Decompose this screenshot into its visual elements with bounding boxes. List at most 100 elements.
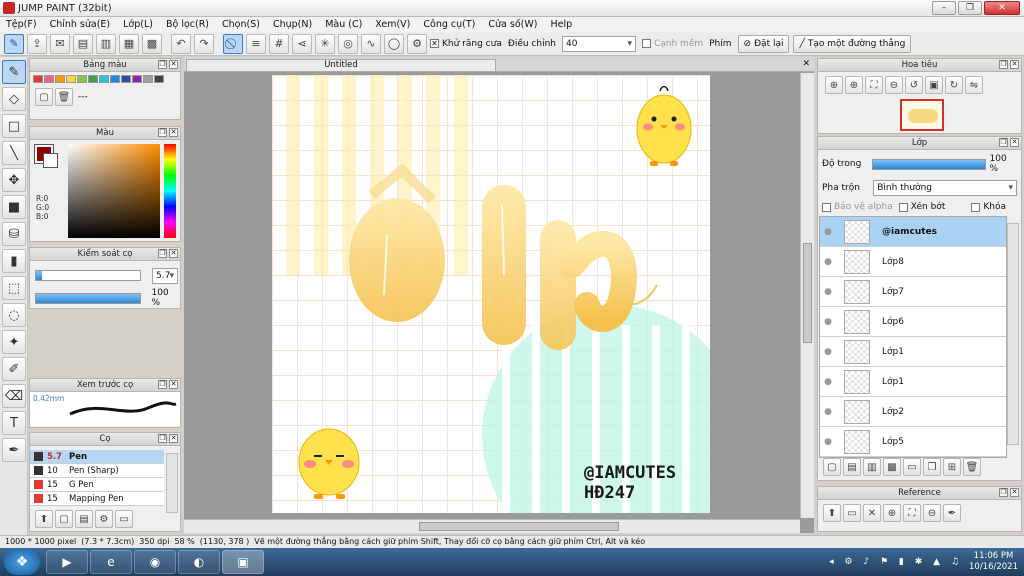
new-layer-8bit-icon[interactable]: ▤ [843, 458, 861, 476]
rect-tool-icon[interactable]: □ [2, 114, 26, 138]
duplicate-layer-icon[interactable]: ❐ [923, 458, 941, 476]
rotate-left-icon[interactable]: ↺ [905, 76, 923, 94]
redo-icon[interactable]: ↷ [194, 33, 214, 54]
zoom-in-icon[interactable]: ⊕ [825, 76, 843, 94]
hue-slider[interactable] [164, 144, 176, 238]
visibility-icon[interactable]: ● [820, 257, 836, 267]
select-eraser-tool-icon[interactable]: ⌫ [2, 384, 26, 408]
parallel-ruler-icon[interactable]: ≡ [246, 33, 266, 54]
maximize-button[interactable]: ❐ [958, 1, 982, 15]
new-layer-icon[interactable]: ▢ [823, 458, 841, 476]
brush-close-icon[interactable]: ✕ [169, 434, 178, 443]
visibility-icon[interactable]: ● [820, 227, 836, 237]
palette-swatch[interactable] [110, 75, 120, 83]
menu-filter[interactable]: Bộ lọc(R) [166, 19, 209, 30]
taskbar-explorer-icon[interactable]: ▶ [46, 550, 88, 574]
menu-tools[interactable]: Công cụ(T) [423, 19, 475, 30]
eyedropper-tool-icon[interactable]: ✒ [2, 438, 26, 462]
palette-swatch[interactable] [99, 75, 109, 83]
canvas-vertical-scrollbar[interactable] [800, 73, 814, 518]
bucket-tool-icon[interactable]: ⛁ [2, 222, 26, 246]
layer-item[interactable]: ● Lớp6 [820, 307, 1006, 337]
actual-size-icon[interactable]: ▣ [925, 76, 943, 94]
comment-icon[interactable]: ✉ [50, 33, 70, 54]
color-float-icon[interactable]: ❐ [158, 128, 167, 137]
taskbar-chrome-icon[interactable]: ◉ [134, 550, 176, 574]
move-tool-icon[interactable]: ✥ [2, 168, 26, 192]
visibility-icon[interactable]: ● [820, 347, 836, 357]
menu-color[interactable]: Màu (C) [325, 19, 362, 30]
perspective-ruler-icon[interactable]: ⋖ [292, 33, 312, 54]
document-icon[interactable]: ▥ [96, 33, 116, 54]
brush-tool-icon[interactable]: ✎ [2, 60, 26, 84]
palette-swatch[interactable] [154, 75, 164, 83]
fit-icon[interactable]: ⛶ [865, 76, 883, 94]
brush-settings-icon[interactable]: ⚙ [95, 510, 113, 528]
menu-select[interactable]: Chọn(S) [222, 19, 260, 30]
visibility-icon[interactable]: ● [820, 407, 836, 417]
select-rect-tool-icon[interactable]: ⬚ [2, 276, 26, 300]
reference-zoom-out-icon[interactable]: ⊖ [923, 504, 941, 522]
merge-layer-icon[interactable]: ⊞ [943, 458, 961, 476]
visibility-icon[interactable]: ● [820, 287, 836, 297]
document-canvas[interactable]: @IAMCUTES HĐ247 [272, 75, 710, 513]
brush-float-icon[interactable]: ❐ [158, 434, 167, 443]
brush-add-icon[interactable]: ⬆ [35, 510, 53, 528]
text-tool-icon[interactable]: T [2, 411, 26, 435]
reference-zoom-in-icon[interactable]: ⊕ [883, 504, 901, 522]
menu-edit[interactable]: Chỉnh sửa(E) [50, 19, 111, 30]
layer-item[interactable]: ● @iamcutes [820, 217, 1006, 247]
brush-control-float-icon[interactable]: ❐ [158, 249, 167, 258]
smooth-checkbox[interactable] [641, 39, 651, 48]
export-icon[interactable]: ⇪ [27, 33, 47, 54]
document-tab[interactable]: Untitled [186, 59, 496, 72]
preview-close-icon[interactable]: ✕ [169, 380, 178, 389]
navigator-thumbnail[interactable] [900, 99, 944, 131]
brush-item-g-pen[interactable]: 15 G Pen [30, 478, 164, 492]
color-close-icon[interactable]: ✕ [169, 128, 178, 137]
zoom-out-icon[interactable]: ⊖ [885, 76, 903, 94]
brush-control-close-icon[interactable]: ✕ [169, 249, 178, 258]
brush-item-pen[interactable]: 5.7 Pen [30, 450, 164, 464]
start-button[interactable]: ❖ [4, 549, 40, 575]
taskbar-app-icon[interactable]: ◐ [178, 550, 220, 574]
fill-rect-tool-icon[interactable]: ■ [2, 195, 26, 219]
palette-swatch[interactable] [44, 75, 54, 83]
layer-folder-icon[interactable]: ▭ [903, 458, 921, 476]
reference-float-icon[interactable]: ❐ [999, 488, 1008, 497]
menu-file[interactable]: Tệp(F) [6, 19, 37, 30]
flip-icon[interactable]: ⇋ [965, 76, 983, 94]
layer-item[interactable]: ● Lớp1 [820, 367, 1006, 397]
background-color[interactable] [43, 153, 58, 168]
lasso-tool-icon[interactable]: ◌ [2, 303, 26, 327]
note-icon[interactable]: ▤ [73, 33, 93, 54]
clipboard-icon[interactable]: ▦ [119, 33, 139, 54]
reference-add-icon[interactable]: ⬆ [823, 504, 841, 522]
close-button[interactable]: ✕ [984, 1, 1020, 15]
saturation-value-picker[interactable] [68, 144, 160, 238]
palette-swatch[interactable] [88, 75, 98, 83]
brush-new-icon[interactable]: ▢ [55, 510, 73, 528]
taskbar-ie-icon[interactable]: e [90, 550, 132, 574]
reference-fit-icon[interactable]: ⛶ [903, 504, 921, 522]
lock-checkbox[interactable] [971, 202, 981, 212]
rotate-right-icon[interactable]: ↻ [945, 76, 963, 94]
antialias-checkbox[interactable]: ✕ [430, 39, 439, 48]
navigator-close-icon[interactable]: ✕ [1010, 60, 1019, 69]
palette-swatch[interactable] [143, 75, 153, 83]
brush-copy-icon[interactable]: ▤ [75, 510, 93, 528]
layer-opacity-slider[interactable] [871, 158, 986, 170]
layer-item[interactable]: ● Lớp7 [820, 277, 1006, 307]
eraser-tool-icon[interactable]: ◇ [2, 87, 26, 111]
gradient-tool-icon[interactable]: ▮ [2, 249, 26, 273]
palette-swatch[interactable] [66, 75, 76, 83]
menu-capture[interactable]: Chụp(N) [273, 19, 312, 30]
palette-close-icon[interactable]: ✕ [169, 60, 178, 69]
minimize-button[interactable]: – [932, 1, 956, 15]
settings-ruler-icon[interactable]: ⚙ [407, 33, 427, 54]
palette-swatch[interactable] [132, 75, 142, 83]
halftone-layer-icon[interactable]: ▩ [883, 458, 901, 476]
protect-alpha-checkbox[interactable] [822, 202, 831, 212]
layer-list-scrollbar[interactable] [1007, 223, 1019, 445]
line-tool-icon[interactable]: ╲ [2, 141, 26, 165]
